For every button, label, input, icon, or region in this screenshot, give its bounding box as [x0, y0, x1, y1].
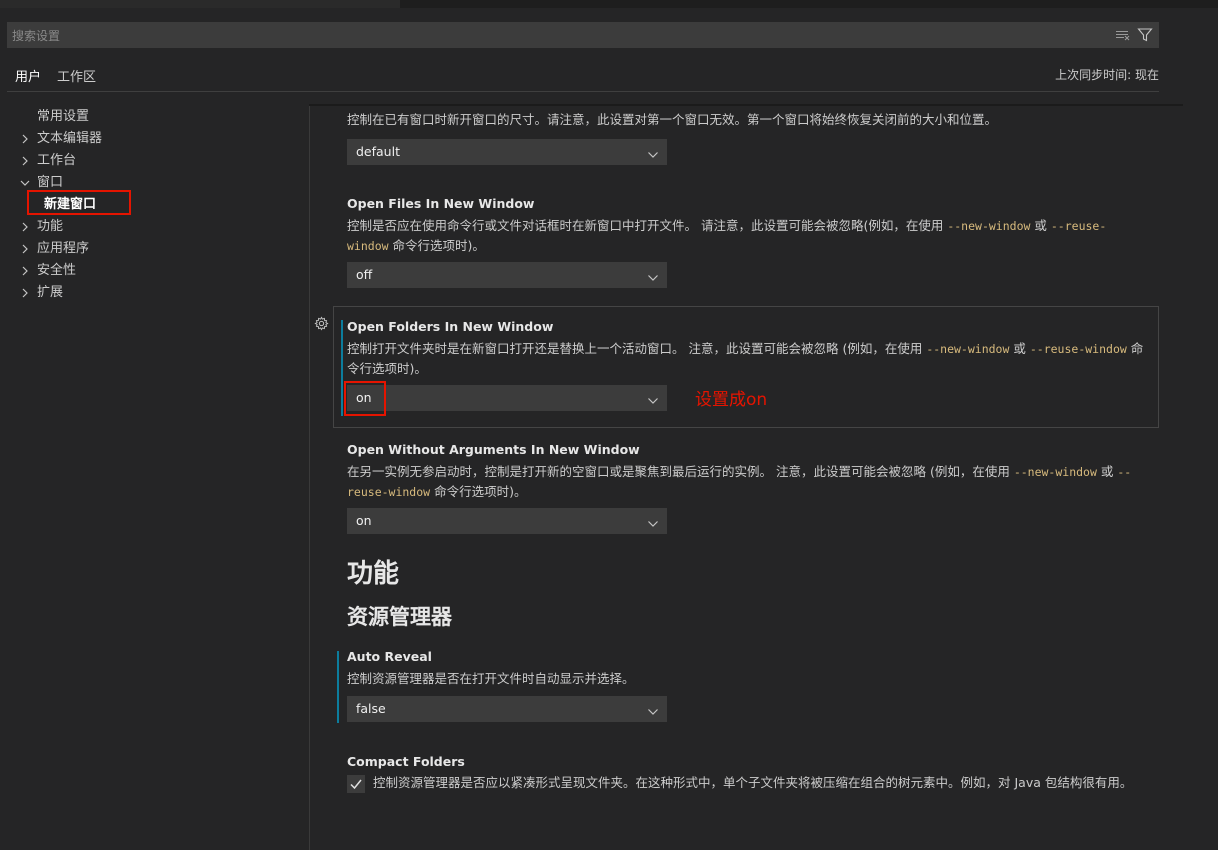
- chevron-down-icon: [647, 269, 659, 288]
- toc-item-text-editor[interactable]: 文本编辑器: [0, 128, 309, 150]
- new-window-dimensions-select[interactable]: default: [347, 139, 667, 165]
- toc-item-label: 应用程序: [37, 241, 90, 256]
- open-without-args-select[interactable]: on: [347, 508, 667, 534]
- desc-text: 或: [1096, 464, 1118, 479]
- chevron-down-icon: [647, 392, 659, 411]
- toc-item-security[interactable]: 安全性: [0, 260, 309, 282]
- tab-user[interactable]: 用户: [15, 66, 42, 92]
- filter-icon[interactable]: [1137, 27, 1153, 43]
- gear-icon[interactable]: [314, 316, 329, 335]
- flag-new-window: --new-window: [926, 342, 1010, 356]
- toc-item-label: 功能: [37, 219, 64, 234]
- toc-item-features[interactable]: 功能: [0, 216, 309, 238]
- setting-description: 控制资源管理器是否在打开文件时自动显示并选择。: [347, 671, 635, 686]
- setting-title: Open Without Arguments In New Window: [347, 442, 640, 457]
- chevron-right-icon: [20, 216, 32, 238]
- chevron-right-icon: [20, 238, 32, 260]
- annotation-text: 设置成on: [695, 390, 768, 410]
- active-editor-tab[interactable]: [0, 0, 400, 8]
- setting-description: 控制在已有窗口时新开窗口的尺寸。请注意，此设置对第一个窗口无效。第一个窗口将始终…: [347, 112, 998, 127]
- select-value: default: [356, 144, 400, 159]
- toc-item-extensions[interactable]: 扩展: [0, 282, 309, 304]
- toc-item-workbench[interactable]: 工作台: [0, 150, 309, 172]
- flag-new-window: --new-window: [947, 219, 1031, 233]
- flag-new-window: --new-window: [1013, 465, 1097, 479]
- setting-title: Compact Folders: [347, 754, 465, 769]
- toc-item-application[interactable]: 应用程序: [0, 238, 309, 260]
- toc-item-label: 工作台: [37, 153, 77, 168]
- checkmark-icon: [350, 779, 362, 790]
- search-settings-input[interactable]: 搜索设置: [7, 22, 1159, 48]
- clear-filter-icon[interactable]: [1115, 27, 1131, 43]
- select-value: on: [356, 513, 372, 528]
- setting-description: 控制打开文件夹时是在新窗口打开还是替换上一个活动窗口。 注意，此设置可能会被忽略…: [347, 339, 1147, 378]
- auto-reveal-select[interactable]: false: [347, 696, 667, 722]
- desc-text: 控制是否应在使用命令行或文件对话框时在新窗口中打开文件。 请注意，此设置可能会被…: [347, 218, 948, 233]
- chevron-right-icon: [20, 128, 32, 150]
- chevron-down-icon: [647, 146, 659, 165]
- chevron-right-icon: [20, 150, 32, 172]
- toc-item-label: 安全性: [37, 263, 77, 278]
- settings-list: 控制在已有窗口时新开窗口的尺寸。请注意，此设置对第一个窗口无效。第一个窗口将始终…: [310, 106, 1218, 850]
- search-placeholder: 搜索设置: [12, 29, 61, 43]
- setting-title: Open Files In New Window: [347, 196, 535, 211]
- setting-title: Open Folders In New Window: [347, 319, 554, 334]
- section-heading-explorer: 资源管理器: [347, 605, 452, 629]
- section-heading-features: 功能: [347, 559, 400, 589]
- setting-description: 在另一实例无参启动时，控制是打开新的空窗口或是聚焦到最后运行的实例。 注意，此设…: [347, 462, 1147, 502]
- desc-text: 命令行选项时)。: [430, 484, 527, 499]
- toc-item-label: 常用设置: [37, 109, 90, 124]
- chevron-right-icon: [20, 282, 32, 304]
- desc-text: 控制打开文件夹时是在新窗口打开还是替换上一个活动窗口。 注意，此设置可能会被忽略…: [347, 341, 927, 356]
- setting-description: 控制资源管理器是否应以紧凑形式呈现文件夹。在这种形式中，单个子文件夹将被压缩在组…: [373, 775, 1133, 790]
- desc-text: 在另一实例无参启动时，控制是打开新的空窗口或是聚焦到最后运行的实例。 注意，此设…: [347, 464, 1014, 479]
- toc-item-label: 文本编辑器: [37, 131, 103, 146]
- desc-text: 命令行选项时)。: [388, 238, 485, 253]
- modified-indicator: [337, 651, 339, 723]
- toc-item-label: 扩展: [37, 285, 64, 300]
- setting-description: 控制是否应在使用命令行或文件对话框时在新窗口中打开文件。 请注意，此设置可能会被…: [347, 216, 1147, 256]
- flag-reuse-window: --reuse-window: [1029, 342, 1127, 356]
- sync-status: 上次同步时间: 现在: [1055, 68, 1159, 82]
- chevron-down-icon: [647, 703, 659, 722]
- toc-item-common[interactable]: 常用设置: [0, 106, 309, 128]
- highlight-box: [344, 381, 386, 416]
- desc-text: 或: [1009, 341, 1030, 356]
- modified-indicator: [341, 320, 343, 416]
- select-value: false: [356, 701, 386, 716]
- setting-title: Auto Reveal: [347, 649, 432, 664]
- open-folders-select[interactable]: on: [347, 385, 667, 411]
- select-value: off: [356, 267, 373, 282]
- compact-folders-checkbox[interactable]: [347, 775, 365, 793]
- header-divider: [7, 91, 1159, 92]
- chevron-right-icon: [20, 260, 32, 282]
- desc-text: 或: [1030, 218, 1051, 233]
- editor-tab-strip: [0, 0, 1218, 8]
- chevron-down-icon: [647, 515, 659, 534]
- open-files-select[interactable]: off: [347, 262, 667, 288]
- highlight-box: [27, 190, 131, 215]
- tab-workspace[interactable]: 工作区: [57, 66, 96, 91]
